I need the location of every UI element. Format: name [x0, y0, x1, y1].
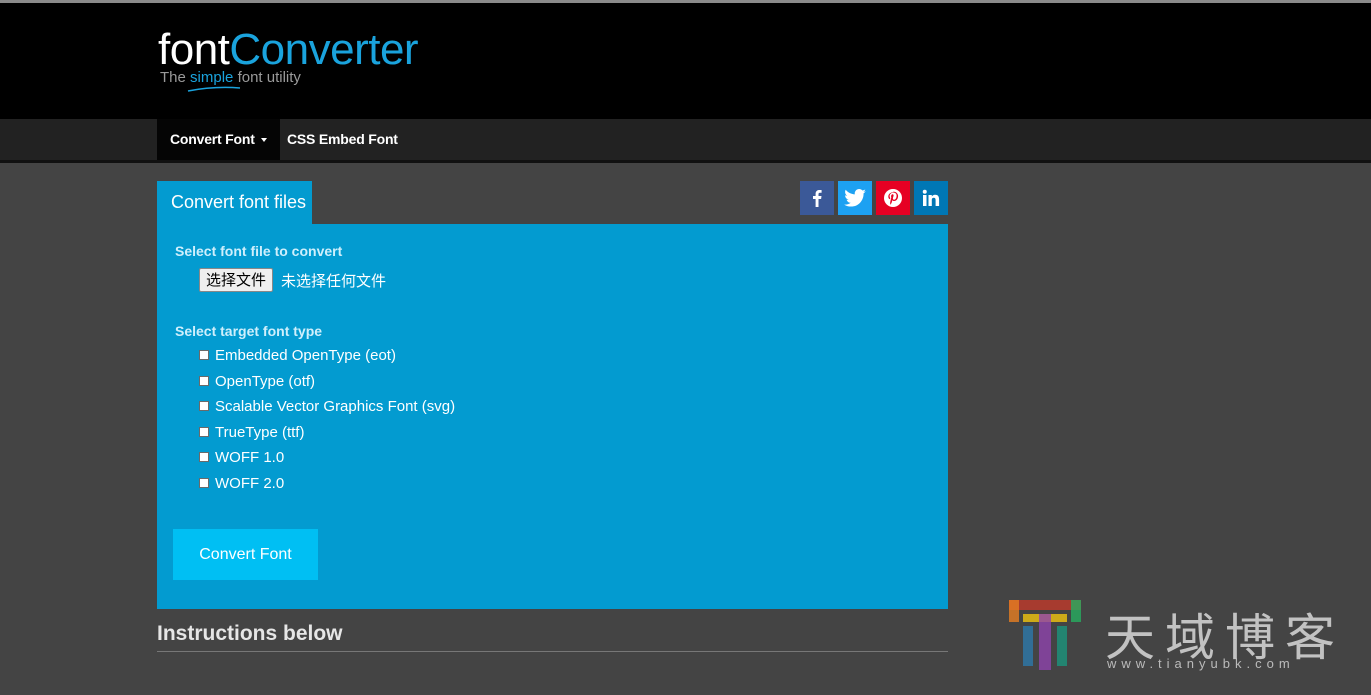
instructions-heading: Instructions below [157, 622, 343, 645]
site-header: fontConverter The simple font utility [0, 3, 1371, 119]
logo-wordmark: fontConverter [158, 25, 419, 75]
logo-tagline: The simple font utility [160, 69, 301, 86]
convert-font-button[interactable]: Convert Font [173, 529, 318, 580]
pinterest-icon [884, 189, 902, 207]
checkbox-eot[interactable] [199, 350, 209, 360]
nav-convert-font-label: Convert Font [170, 131, 255, 147]
choose-file-button[interactable]: 选择文件 [199, 268, 274, 292]
logo-swoosh-icon [187, 86, 241, 92]
select-file-label: Select font file to convert [175, 243, 343, 259]
facebook-share-button[interactable] [800, 181, 834, 215]
option-otf-label: OpenType (otf) [215, 372, 316, 390]
pinterest-share-button[interactable] [876, 181, 910, 215]
twitter-share-button[interactable] [838, 181, 872, 215]
file-status-text: 未选择任何文件 [281, 272, 387, 290]
linkedin-share-button[interactable] [914, 181, 948, 215]
option-woff2-label: WOFF 2.0 [215, 474, 285, 492]
option-svg-label: Scalable Vector Graphics Font (svg) [215, 397, 456, 415]
watermark: 天域博客 www.tianyubk.com [1005, 596, 1365, 676]
main-nav: Convert Font CSS Embed Font [0, 119, 1371, 163]
checkbox-svg[interactable] [199, 401, 209, 411]
linkedin-icon [922, 189, 940, 206]
checkbox-woff1[interactable] [199, 452, 209, 462]
site-logo[interactable]: fontConverter The simple font utility [158, 25, 458, 95]
nav-css-embed-font[interactable]: CSS Embed Font [274, 119, 411, 160]
tagline-simple: simple [190, 69, 234, 86]
facebook-icon [813, 190, 822, 207]
nav-convert-font[interactable]: Convert Font [157, 119, 280, 160]
watermark-url: www.tianyubk.com [1107, 656, 1295, 671]
checkbox-ttf[interactable] [199, 427, 209, 437]
option-svg[interactable]: Scalable Vector Graphics Font (svg) [199, 397, 455, 415]
option-woff1-label: WOFF 1.0 [215, 448, 285, 466]
option-woff2[interactable]: WOFF 2.0 [199, 474, 284, 492]
option-eot-label: Embedded OpenType (eot) [215, 346, 396, 364]
watermark-logo-icon [1009, 600, 1081, 670]
instructions-divider [157, 651, 948, 652]
checkbox-otf[interactable] [199, 376, 209, 386]
option-otf[interactable]: OpenType (otf) [199, 372, 315, 390]
checkbox-woff2[interactable] [199, 478, 209, 488]
tagline-rest: font utility [237, 69, 301, 86]
option-ttf[interactable]: TrueType (ttf) [199, 423, 304, 441]
option-ttf-label: TrueType (ttf) [215, 423, 305, 441]
tagline-the: The [160, 69, 186, 86]
tab-convert-font-files[interactable]: Convert font files [157, 181, 312, 224]
select-type-label: Select target font type [175, 323, 323, 339]
caret-down-icon [260, 138, 267, 143]
logo-word-font: font [158, 25, 230, 74]
option-eot[interactable]: Embedded OpenType (eot) [199, 346, 396, 364]
option-woff1[interactable]: WOFF 1.0 [199, 448, 284, 466]
nav-css-embed-font-label: CSS Embed Font [287, 131, 398, 147]
convert-form-panel: Select font file to convert 选择文件 未选择任何文件… [157, 224, 948, 609]
logo-word-converter: Converter [229, 25, 419, 74]
twitter-icon [844, 189, 866, 207]
